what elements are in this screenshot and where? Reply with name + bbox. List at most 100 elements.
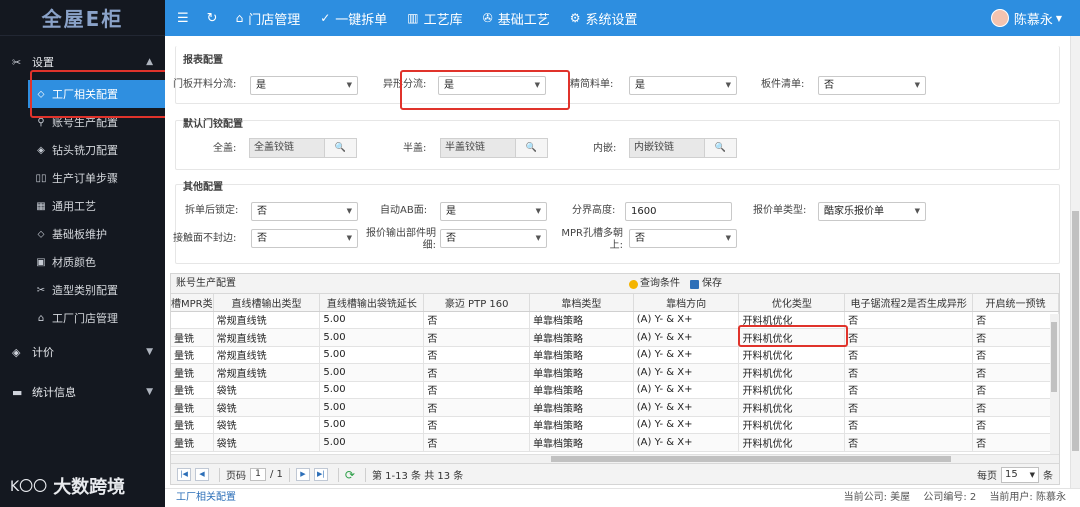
table-row[interactable]: 量铣 常规直线铣 5.00 否单靠档策略 (A) Y- & X+ 开料机优化否否	[171, 346, 1059, 364]
special-shape-split-select[interactable]: 是 ▼	[438, 76, 546, 95]
table-cell[interactable]: 否	[844, 398, 974, 417]
sidebar-group-pricing[interactable]: ◈ 计价 ▼	[0, 338, 165, 366]
grid-horizontal-scrollbar[interactable]	[171, 454, 1059, 463]
sidebar-item-factory-config[interactable]: ⬦ 工厂相关配置	[28, 80, 165, 108]
scroll-thumb[interactable]	[1051, 322, 1057, 392]
search-icon[interactable]: 🔍	[324, 139, 356, 157]
table-row[interactable]: 量铣 袋铣 5.00 否单靠档策略 (A) Y- & X+ 开料机优化否否	[171, 433, 1059, 452]
table-cell[interactable]: 袋铣	[213, 398, 321, 417]
table-cell[interactable]: 量铣	[171, 346, 214, 364]
table-cell[interactable]: (A) Y- & X+	[633, 416, 740, 434]
table-cell[interactable]: 单靠档策略	[529, 433, 634, 452]
table-cell[interactable]: (A) Y- & X+	[633, 363, 740, 382]
nav-system-settings[interactable]: ⚙ 系统设置	[570, 9, 638, 28]
sidebar-item-account-production[interactable]: ⚲ 账号生产配置	[0, 108, 165, 136]
table-cell[interactable]: 常规直线铣	[213, 328, 321, 347]
table-cell[interactable]: 5.00	[319, 346, 425, 364]
nav-one-click-split[interactable]: ✓ 一键拆单	[320, 9, 387, 28]
nav-store-management[interactable]: ⌂ 门店管理	[236, 9, 301, 28]
table-cell[interactable]: 袋铣	[213, 433, 321, 452]
table-cell[interactable]: 开料机优化	[738, 311, 846, 329]
table-row[interactable]: 量铣 袋铣 5.00 否单靠档策略 (A) Y- & X+ 开料机优化否否	[171, 416, 1059, 434]
lock-after-split-select[interactable]: 否 ▼	[251, 202, 358, 221]
table-cell[interactable]: 开料机优化	[738, 381, 846, 399]
boundary-height-input[interactable]: 1600	[625, 202, 732, 221]
column-header[interactable]: 槽MPR类	[171, 294, 214, 312]
sidebar-item-material-color[interactable]: ▣ 材质颜色	[0, 248, 165, 276]
table-cell[interactable]: 量铣	[171, 398, 214, 417]
table-cell[interactable]: 开料机优化	[738, 398, 846, 417]
contact-face-no-edge-select[interactable]: 否 ▼	[251, 229, 358, 248]
simplified-list-select[interactable]: 是 ▼	[629, 76, 737, 95]
table-cell[interactable]: 量铣	[171, 416, 214, 434]
column-header[interactable]: 豪迈 PTP 160	[423, 294, 531, 312]
column-header[interactable]: 优化类型	[738, 294, 846, 312]
table-cell[interactable]: 常规直线铣	[213, 363, 321, 382]
table-cell[interactable]: 量铣	[171, 363, 214, 382]
sidebar-group-settings[interactable]: ✂ 设置 ▲	[0, 48, 165, 76]
table-cell[interactable]: 单靠档策略	[529, 416, 634, 434]
table-cell[interactable]	[171, 311, 214, 329]
table-cell[interactable]: 否	[972, 346, 1059, 364]
table-cell[interactable]: 开料机优化	[738, 363, 846, 382]
table-cell[interactable]: 开料机优化	[738, 433, 846, 452]
table-cell[interactable]: 否	[844, 328, 974, 347]
table-cell[interactable]: (A) Y- & X+	[633, 398, 740, 417]
table-cell[interactable]: (A) Y- & X+	[633, 328, 740, 347]
table-cell[interactable]: 否	[972, 328, 1059, 347]
table-cell[interactable]: 否	[423, 363, 531, 382]
column-header[interactable]: 电子锯流程2是否生成异形	[844, 294, 974, 312]
sidebar-item-order-steps[interactable]: ▯▯ 生产订单步骤	[0, 164, 165, 192]
table-cell[interactable]: (A) Y- & X+	[633, 433, 740, 452]
table-cell[interactable]: 量铣	[171, 433, 214, 452]
table-cell[interactable]: 开料机优化	[738, 328, 846, 347]
table-cell[interactable]: 量铣	[171, 328, 214, 347]
breadcrumb[interactable]: 工厂相关配置	[176, 489, 236, 507]
table-cell[interactable]: 5.00	[319, 328, 425, 347]
table-cell[interactable]: (A) Y- & X+	[633, 311, 740, 329]
last-page-button[interactable]: ▶|	[313, 468, 328, 481]
sidebar-item-base-board[interactable]: ⬦ 基础板维护	[0, 220, 165, 248]
table-cell[interactable]: 袋铣	[213, 416, 321, 434]
prev-page-button[interactable]: ◀	[195, 468, 209, 481]
table-cell[interactable]: 否	[972, 381, 1059, 399]
door-cut-split-select[interactable]: 是 ▼	[250, 76, 358, 95]
menu-icon[interactable]: ☰	[177, 11, 189, 26]
table-cell[interactable]: 否	[844, 381, 974, 399]
table-cell[interactable]: 单靠档策略	[529, 328, 634, 347]
table-cell[interactable]: 否	[423, 398, 531, 417]
page-number-input[interactable]: 1	[250, 468, 266, 481]
table-cell[interactable]: 否	[423, 311, 531, 329]
table-cell[interactable]: 单靠档策略	[529, 381, 634, 399]
column-header[interactable]: 直线槽输出类型	[213, 294, 321, 312]
table-cell[interactable]: 5.00	[319, 433, 425, 452]
refresh-icon[interactable]: ⟳	[345, 468, 355, 482]
user-menu[interactable]: 陈慕永 ▼	[990, 9, 1062, 28]
table-cell[interactable]: 否	[423, 346, 531, 364]
table-cell[interactable]: 否	[972, 433, 1059, 452]
search-icon[interactable]: 🔍	[515, 139, 547, 157]
table-cell[interactable]: 开料机优化	[738, 416, 846, 434]
scroll-thumb[interactable]	[551, 456, 951, 462]
table-row[interactable]: 量铣 常规直线铣 5.00 否单靠档策略 (A) Y- & X+ 开料机优化否否	[171, 328, 1059, 347]
nav-process-library[interactable]: ▥ 工艺库	[407, 9, 462, 28]
app-logo[interactable]: 全屋E柜	[0, 0, 165, 36]
auto-ab-face-select[interactable]: 是 ▼	[440, 202, 547, 221]
table-cell[interactable]: 袋铣	[213, 381, 321, 399]
quote-type-select[interactable]: 酷家乐报价单 ▼	[818, 202, 926, 221]
sidebar-item-drill-config[interactable]: ◈ 钻头铣刀配置	[0, 136, 165, 164]
nav-basic-process[interactable]: ✇ 基础工艺	[483, 9, 550, 28]
table-cell[interactable]: 否	[423, 416, 531, 434]
quote-part-detail-select[interactable]: 否 ▼	[440, 229, 547, 248]
first-page-button[interactable]: |◀	[177, 468, 191, 481]
column-header[interactable]: 开启统一预铣	[972, 294, 1059, 312]
table-cell[interactable]: 开料机优化	[738, 346, 846, 364]
table-cell[interactable]: 否	[423, 433, 531, 452]
table-row[interactable]: 常规直线铣 5.00 否单靠档策略 (A) Y- & X+ 开料机优化否否	[171, 311, 1059, 329]
panel-list-select[interactable]: 否 ▼	[818, 76, 926, 95]
table-cell[interactable]: 否	[423, 381, 531, 399]
table-cell[interactable]: 否	[972, 416, 1059, 434]
table-cell[interactable]: 5.00	[319, 398, 425, 417]
full-cover-hinge-picker[interactable]: 全盖铰链 🔍	[249, 138, 357, 158]
column-header[interactable]: 靠档类型	[529, 294, 634, 312]
